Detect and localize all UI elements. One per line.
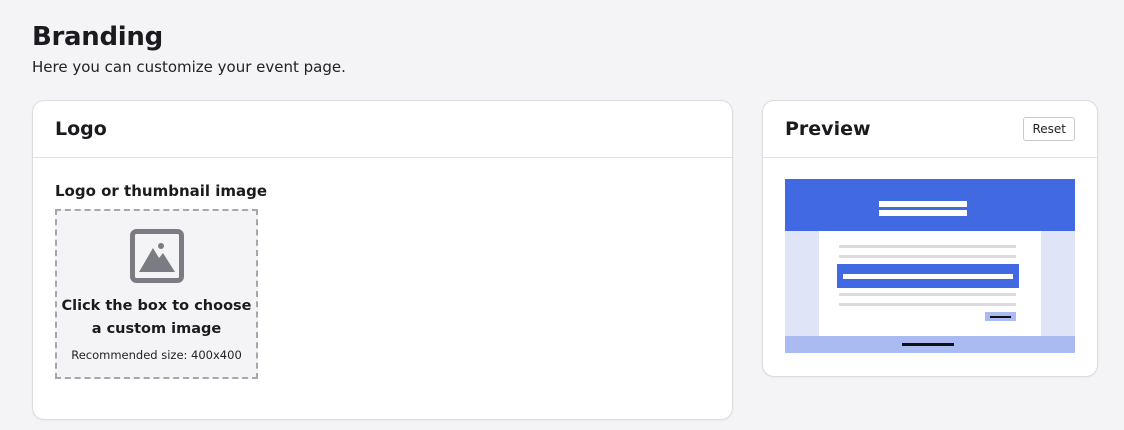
- preview-footer-band: [785, 336, 1075, 353]
- preview-small-button: [985, 312, 1016, 321]
- preview-cta-button: [837, 264, 1019, 288]
- image-upload-dropzone[interactable]: Click the box to choose a custom image R…: [55, 209, 258, 379]
- dropzone-prompt: Click the box to choose a custom image: [61, 298, 252, 337]
- logo-card: Logo Logo or thumbnail image Click the b…: [32, 100, 733, 420]
- page-title: Branding: [32, 22, 163, 52]
- preview-title-bar: [879, 210, 967, 216]
- dropzone-size-hint: Recommended size: 400x400: [71, 348, 242, 362]
- preview-header-band: [785, 179, 1075, 231]
- page-subtitle: Here you can customize your event page.: [32, 58, 346, 76]
- preview-text-line: [839, 255, 1016, 258]
- image-icon: [129, 229, 184, 283]
- preview-card-title: Preview: [785, 118, 871, 140]
- preview-title-bar: [879, 201, 967, 207]
- preview-card: Preview Reset: [762, 100, 1098, 377]
- logo-field-label: Logo or thumbnail image: [55, 182, 268, 200]
- logo-card-header: Logo: [33, 101, 732, 158]
- preview-cta-label: [843, 274, 1013, 279]
- preview-text-line: [839, 245, 1016, 248]
- reset-button[interactable]: Reset: [1023, 117, 1075, 141]
- preview-text-line: [839, 303, 1016, 306]
- event-page-preview: [785, 179, 1075, 353]
- preview-text-line: [839, 293, 1016, 296]
- preview-small-button-label: [990, 316, 1011, 318]
- preview-content-panel: [819, 231, 1041, 336]
- preview-footer-bar: [902, 343, 954, 346]
- preview-card-header: Preview Reset: [763, 101, 1097, 158]
- logo-card-title: Logo: [55, 118, 107, 140]
